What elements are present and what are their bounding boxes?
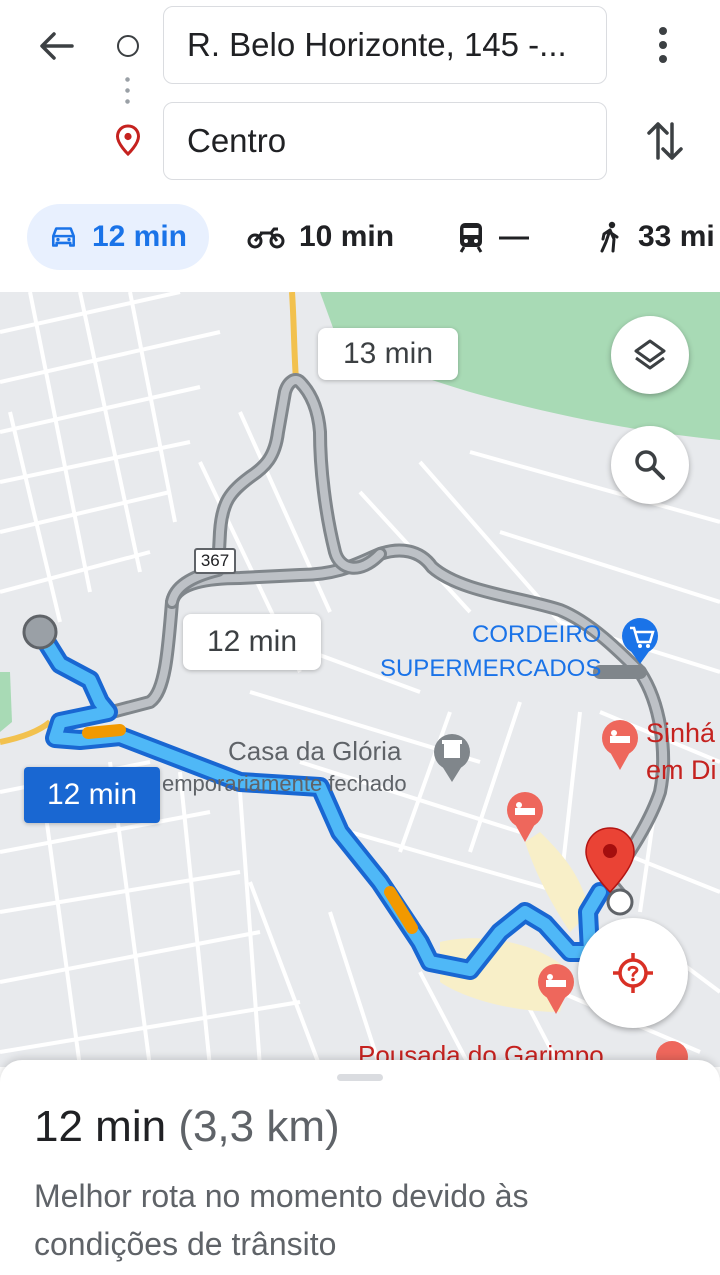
more-vert-icon [659, 27, 667, 63]
route-start-marker [22, 614, 58, 650]
mode-driving-time: 12 min [91, 220, 187, 253]
drag-handle[interactable] [337, 1074, 383, 1081]
poi-casa-status: emporariamente fechado [162, 771, 407, 796]
arrow-left-icon [40, 32, 74, 60]
route-dots-icon [125, 74, 130, 108]
poi-supermarket-line1: CORDEIRO [472, 621, 602, 648]
transit-icon [459, 223, 483, 253]
mode-transit-time: — [499, 220, 529, 253]
poi-casa-label[interactable]: Casa da Glória [228, 736, 401, 767]
mode-walking[interactable]: 33 mi [598, 204, 715, 270]
swap-vert-icon [647, 122, 683, 160]
directions-panel: R. Belo Horizonte, 145 -... Centro 12 mi… [0, 0, 720, 292]
route-description: Melhor rota no momento devido às condiçõ… [34, 1178, 529, 1262]
poi-supermarket-line2: SUPERMERCADOS [379, 655, 602, 682]
mode-motorcycle-time: 10 min [299, 220, 395, 253]
mode-walking-time: 33 mi [638, 220, 715, 253]
location-unknown-icon [613, 953, 653, 993]
park-area-small [0, 672, 12, 732]
car-icon [51, 227, 75, 247]
alt-route-time-label[interactable]: 13 min [318, 328, 458, 380]
origin-field[interactable]: R. Belo Horizonte, 145 -... [163, 6, 607, 84]
map-view[interactable]: 13 min 12 min 12 min 367 CORDEIRO SUPERM… [0, 292, 720, 1067]
alt-route-time-label[interactable]: 12 min [183, 614, 321, 670]
travel-modes: 12 min 10 min — 33 mi [0, 204, 720, 270]
route-duration: 12 min [34, 1102, 167, 1151]
poi-hotel-label-line2: em Di [646, 755, 717, 785]
route-distance: (3,3 km) [178, 1102, 340, 1151]
origin-circle-icon [117, 35, 139, 57]
more-options-button[interactable] [646, 22, 680, 68]
route-summary-title: 12 min (3,3 km) [34, 1102, 340, 1152]
walk-icon [600, 221, 619, 253]
poi-supermarket-label[interactable]: CORDEIRO SUPERMERCADOS [360, 618, 601, 686]
swap-button[interactable] [641, 116, 689, 166]
search-along-route-button[interactable] [611, 426, 689, 504]
search-icon [635, 450, 665, 480]
layers-button[interactable] [611, 316, 689, 394]
mode-driving[interactable]: 12 min [27, 204, 209, 270]
destination-pin-icon [115, 124, 141, 157]
motorcycle-icon [247, 227, 285, 249]
layers-icon [634, 339, 666, 370]
destination-field[interactable]: Centro [163, 102, 607, 180]
back-button[interactable] [32, 24, 80, 68]
my-location-button[interactable] [578, 918, 688, 1028]
road-shield: 367 [194, 548, 236, 574]
selected-route-time-label[interactable]: 12 min [24, 767, 160, 823]
mode-transit[interactable]: — [457, 204, 529, 270]
poi-hotel-label[interactable]: Sinhá [646, 718, 715, 749]
route-summary-sheet[interactable]: 12 min (3,3 km) Melhor rota no momento d… [0, 1060, 720, 1275]
mode-motorcycle[interactable]: 10 min [247, 204, 394, 270]
